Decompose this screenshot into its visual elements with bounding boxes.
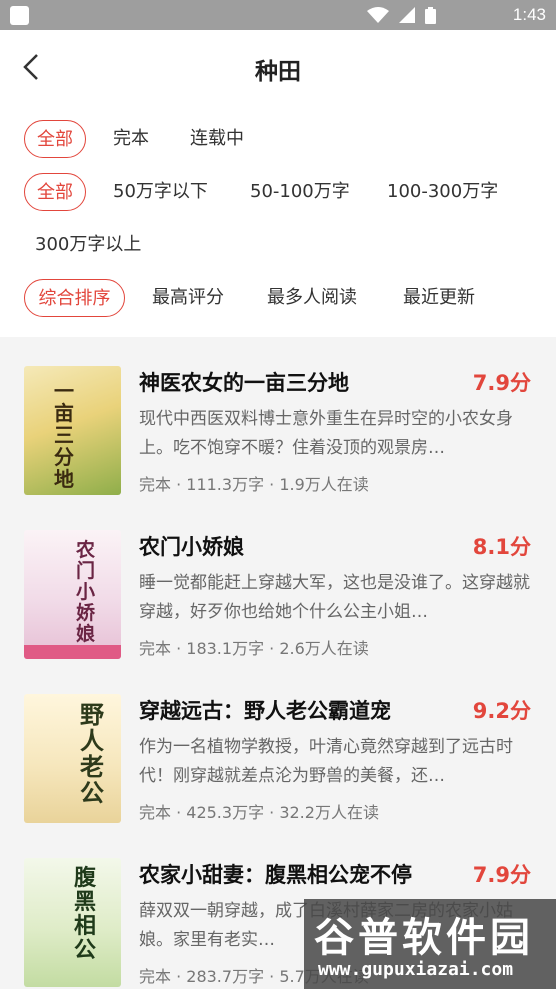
book-title: 神医农女的一亩三分地 bbox=[139, 371, 349, 395]
status-bar: 1:43 bbox=[0, 0, 556, 30]
cover-title: 一亩三分地 bbox=[54, 379, 74, 491]
book-description: 睡一觉都能赶上穿越大军，这也是没谁了。这穿越就穿越，好歹你也给她个什么公主小姐… bbox=[139, 573, 530, 622]
cover-band bbox=[24, 645, 121, 659]
page-title: 种田 bbox=[255, 59, 301, 85]
filter-words-under-50w[interactable]: 50万字以下 bbox=[113, 173, 208, 211]
sort-comprehensive[interactable]: 综合排序 bbox=[24, 279, 125, 317]
book-item[interactable]: 一亩三分地 神医农女的一亩三分地 7.9分 现代中西医双料博士意外重生在异时空的… bbox=[0, 337, 556, 501]
status-time: 1:43 bbox=[512, 5, 546, 24]
book-description: 现代中西医双料博士意外重生在异时空的小农女身上。吃不饱穿不暖？住着没顶的观景房… bbox=[139, 409, 513, 458]
battery-icon bbox=[425, 6, 436, 24]
status-icons bbox=[367, 6, 436, 24]
filter-words-50-100w[interactable]: 50-100万字 bbox=[250, 173, 350, 211]
filter-header: 种田 全部 完本 连载中 全部 50万字以下 50-100万字 100-300万… bbox=[0, 30, 556, 337]
signal-icon bbox=[399, 7, 415, 23]
sort-most-read[interactable]: 最多人阅读 bbox=[267, 279, 357, 317]
filter-words-100-300w[interactable]: 100-300万字 bbox=[387, 173, 498, 211]
book-cover: 野人老公 bbox=[24, 694, 121, 823]
book-cover: 农门小娇娘 bbox=[24, 530, 121, 659]
book-title: 穿越远古：野人老公霸道宠 bbox=[139, 699, 391, 723]
book-meta: 完本 · 425.3万字 · 32.2万人在读 bbox=[139, 803, 379, 822]
book-score: 7.9分 bbox=[472, 863, 531, 887]
book-meta: 完本 · 183.1万字 · 2.6万人在读 bbox=[139, 639, 369, 658]
book-score: 9.2分 bbox=[472, 699, 531, 723]
book-title: 农家小甜妻：腹黑相公宠不停 bbox=[139, 863, 412, 887]
book-title: 农门小娇娘 bbox=[139, 535, 244, 559]
book-cover: 腹黑相公 bbox=[24, 858, 121, 987]
filter-words-all[interactable]: 全部 bbox=[24, 173, 86, 211]
book-meta: 完本 · 111.3万字 · 1.9万人在读 bbox=[139, 475, 369, 494]
filter-status-complete[interactable]: 完本 bbox=[113, 120, 149, 158]
wifi-icon bbox=[367, 7, 389, 23]
cover-title: 野人老公 bbox=[80, 700, 104, 807]
cover-title: 腹黑相公 bbox=[74, 865, 97, 963]
filter-status-all[interactable]: 全部 bbox=[24, 120, 86, 158]
filter-words-over-300w[interactable]: 300万字以上 bbox=[35, 226, 141, 264]
book-score: 8.1分 bbox=[472, 535, 531, 559]
watermark: 谷普软件园 www.gupuxiazai.com bbox=[304, 899, 556, 989]
notification-icon bbox=[10, 6, 29, 25]
filter-status-ongoing[interactable]: 连载中 bbox=[190, 120, 244, 158]
book-list: 一亩三分地 神医农女的一亩三分地 7.9分 现代中西医双料博士意外重生在异时空的… bbox=[0, 337, 556, 989]
book-score: 7.9分 bbox=[472, 371, 531, 395]
sort-top-rated[interactable]: 最高评分 bbox=[152, 279, 224, 317]
book-item[interactable]: 野人老公 穿越远古：野人老公霸道宠 9.2分 作为一名植物学教授，叶清心竟然穿越… bbox=[0, 665, 556, 829]
book-cover: 一亩三分地 bbox=[24, 366, 121, 495]
book-item[interactable]: 农门小娇娘 农门小娇娘 8.1分 睡一觉都能赶上穿越大军，这也是没谁了。这穿越就… bbox=[0, 501, 556, 665]
watermark-title: 谷普软件园 bbox=[314, 915, 534, 961]
cover-title: 农门小娇娘 bbox=[76, 539, 96, 645]
sort-recent-update[interactable]: 最近更新 bbox=[403, 279, 475, 317]
book-description: 作为一名植物学教授，叶清心竟然穿越到了远古时代！刚穿越就差点沦为野兽的美餐，还… bbox=[139, 737, 513, 786]
watermark-url: www.gupuxiazai.com bbox=[318, 959, 514, 980]
